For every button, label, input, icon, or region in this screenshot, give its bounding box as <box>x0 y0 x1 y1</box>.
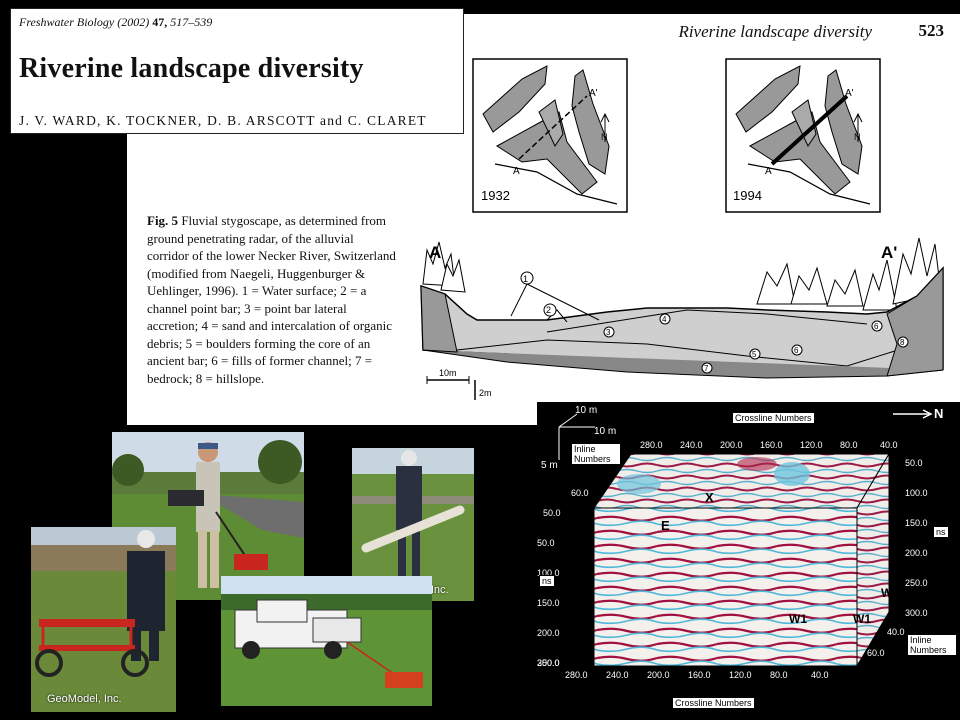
map-1932-label-a: A <box>513 166 520 177</box>
radar-north-label: N <box>934 406 944 421</box>
inline-tick-left: 50.0 <box>543 508 561 518</box>
feature-5: 5 <box>752 350 757 359</box>
photo-operator-cart: GeoModel, Inc. <box>31 527 176 712</box>
photo-credit-left: GeoModel, Inc. <box>47 693 122 705</box>
journal-name: Freshwater Biology <box>19 15 115 29</box>
radar-scale-depth: 5 m <box>541 460 558 471</box>
annotation-x: X <box>705 490 714 505</box>
annotation-w1-side: W1 <box>853 612 871 626</box>
map-1932-north: N <box>601 132 608 142</box>
radar-scale-top: 10 m <box>575 405 598 416</box>
tick: 120.0 <box>729 670 752 680</box>
crossline-title-bottom: Crossline Numbers <box>672 697 755 709</box>
tick: 250.0 <box>905 578 928 588</box>
map-1994-north: N <box>854 132 861 142</box>
map-1932-label-a-prime: A' <box>589 88 598 99</box>
paper-authors: J. V. WARD, K. TOCKNER, D. B. ARSCOTT an… <box>19 113 427 128</box>
cross-section <box>420 237 944 400</box>
inline-tick-left: 60.0 <box>571 488 589 498</box>
feature-4: 4 <box>662 315 667 324</box>
photo-truck-image <box>221 576 432 706</box>
tick: 80.0 <box>770 670 788 680</box>
inline-tick-bottom-right: 40.0 <box>887 627 905 637</box>
journal-citation: Freshwater Biology (2002) 47, 517–539 <box>19 15 212 30</box>
ns-unit-right: ns <box>933 526 949 538</box>
feature-8: 8 <box>900 338 905 347</box>
scale-horizontal: 10m <box>439 368 457 378</box>
inline-title-bottom: Inline Numbers <box>907 634 957 656</box>
tick: 200.0 <box>905 548 928 558</box>
feature-1: 1 <box>523 274 528 284</box>
tick: 300.0 <box>905 608 928 618</box>
feature-6b: 6 <box>874 322 879 331</box>
radar-block-figure: 10 m 10 m 5 m N Crossline Numbers Crossl… <box>537 402 960 720</box>
scale-vertical: 2m <box>479 388 492 398</box>
map-1994-year: 1994 <box>733 188 762 203</box>
figure-caption: Fig. 5 Fluvial stygoscape, as determined… <box>147 212 397 387</box>
annotation-w1-front: W1 <box>789 612 807 626</box>
feature-6a: 6 <box>794 346 799 355</box>
crossline-title-top: Crossline Numbers <box>732 412 815 424</box>
section-label-a-prime: A' <box>881 243 897 262</box>
feature-3: 3 <box>606 328 611 337</box>
journal-year: (2002) <box>117 15 150 29</box>
tick: 280.0 <box>640 440 663 450</box>
inline-tick-bottom-right: 60.0 <box>867 648 885 658</box>
feature-2: 2 <box>546 305 551 315</box>
tick: 40.0 <box>811 670 829 680</box>
tick: 200.0 <box>720 440 743 450</box>
section-label-a: A <box>429 243 441 262</box>
radar-scale-side: 10 m <box>594 426 617 437</box>
annotation-e: E <box>661 518 670 533</box>
tick: 150.0 <box>905 518 928 528</box>
tick: 150.0 <box>537 598 560 608</box>
tick: 50.0 <box>905 458 923 468</box>
map-1994-label-a-prime: A' <box>845 88 854 99</box>
ns-tick-300: 300.0 <box>537 658 560 668</box>
photo-truck-towing <box>221 576 432 706</box>
tick: 240.0 <box>680 440 703 450</box>
tick: 200.0 <box>537 628 560 638</box>
journal-volume: 47, <box>152 15 168 29</box>
map-1932-year: 1932 <box>481 188 510 203</box>
tick: 50.0 <box>537 538 555 548</box>
caption-label: Fig. 5 <box>147 213 179 228</box>
caption-text: Fluvial stygoscape, as determined from g… <box>147 213 396 386</box>
tick: 200.0 <box>647 670 670 680</box>
tick: 120.0 <box>800 440 823 450</box>
tick: 240.0 <box>606 670 629 680</box>
ns-unit-left: ns <box>539 575 555 587</box>
journal-pages: 517–539 <box>170 15 213 29</box>
tick: 160.0 <box>760 440 783 450</box>
photo-cart-image <box>31 527 176 712</box>
tick: 280.0 <box>565 670 588 680</box>
tick: 100.0 <box>905 488 928 498</box>
paper-title: Riverine landscape diversity <box>19 53 364 84</box>
tick: 80.0 <box>840 440 858 450</box>
inline-title-top: Inline Numbers <box>571 443 621 465</box>
tick: 40.0 <box>880 440 898 450</box>
tick: 160.0 <box>688 670 711 680</box>
feature-7: 7 <box>704 364 709 373</box>
annotation-w2: W2 <box>881 586 899 600</box>
title-card: Freshwater Biology (2002) 47, 517–539 Ri… <box>10 8 464 134</box>
map-1994-label-a: A <box>765 166 772 177</box>
